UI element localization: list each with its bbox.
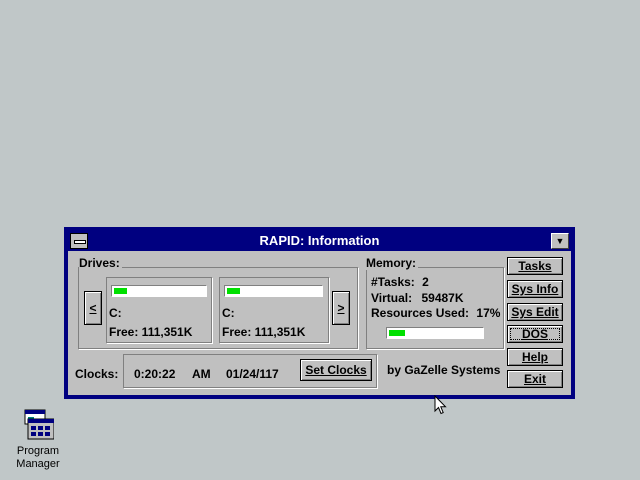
drive-panel-2: C: Free: 111,351K xyxy=(219,277,329,343)
drive-2-free: Free: 111,351K xyxy=(222,325,306,339)
tasks-button[interactable]: Tasks xyxy=(507,257,563,275)
drive-2-usage-bar xyxy=(224,285,323,297)
memory-heading: Memory: xyxy=(366,256,419,270)
title-bar[interactable]: RAPID: Information ▼ xyxy=(68,231,571,251)
rapid-information-window: RAPID: Information ▼ Drives: < C: Free: … xyxy=(64,227,575,399)
system-menu-icon[interactable] xyxy=(70,233,88,249)
minimize-button[interactable]: ▼ xyxy=(551,233,569,249)
clocks-label: Clocks: xyxy=(75,367,119,381)
program-manager-label-line1: Program xyxy=(16,445,60,457)
mouse-pointer-icon xyxy=(434,395,447,415)
program-manager-icon xyxy=(22,409,55,441)
resources-value: 17% xyxy=(476,306,501,320)
sys-info-button[interactable]: Sys Info xyxy=(507,280,563,298)
drive-1-usage-bar xyxy=(111,285,207,297)
drive-2-letter: C: xyxy=(222,306,235,320)
drives-heading: Drives: xyxy=(79,256,122,270)
sys-edit-button[interactable]: Sys Edit xyxy=(507,303,563,321)
drive-1-letter: C: xyxy=(109,306,122,320)
window-title: RAPID: Information xyxy=(259,233,380,248)
virtual-label: Virtual: xyxy=(371,291,413,305)
memory-tasks: #Tasks: 2 xyxy=(371,275,429,289)
dos-button[interactable]: DOS xyxy=(507,325,563,343)
drive-1-usage-fill xyxy=(114,288,127,294)
tasks-label: #Tasks: xyxy=(371,275,415,289)
memory-virtual: Virtual: 59487K xyxy=(371,291,464,305)
virtual-value: 59487K xyxy=(421,291,464,305)
resources-bar xyxy=(386,327,484,339)
clock-date: 01/24/117 xyxy=(226,367,279,381)
set-clocks-button[interactable]: Set Clocks xyxy=(300,359,372,381)
tasks-value: 2 xyxy=(422,275,429,289)
clock-time: 0:20:22 xyxy=(134,367,176,381)
program-manager-label-line2: Manager xyxy=(16,458,60,470)
drive-1-free: Free: 111,351K xyxy=(109,325,193,339)
drive-prev-button[interactable]: < xyxy=(84,291,102,325)
clock-ampm: AM xyxy=(192,367,211,381)
help-button[interactable]: Help xyxy=(507,348,563,366)
drive-2-usage-fill xyxy=(227,288,240,294)
drive-panel-1: C: Free: 111,351K xyxy=(106,277,212,343)
credit-text: by GaZelle Systems xyxy=(387,363,501,377)
exit-button[interactable]: Exit xyxy=(507,370,563,388)
memory-resources: Resources Used: 17% xyxy=(371,306,500,320)
drive-next-button[interactable]: > xyxy=(332,291,350,325)
window-client: Drives: < C: Free: 111,351K C: Free: 111… xyxy=(68,251,571,395)
resources-fill xyxy=(389,330,405,336)
resources-label: Resources Used: xyxy=(371,306,470,320)
program-manager-desktop-icon[interactable]: Program Manager xyxy=(10,409,66,471)
